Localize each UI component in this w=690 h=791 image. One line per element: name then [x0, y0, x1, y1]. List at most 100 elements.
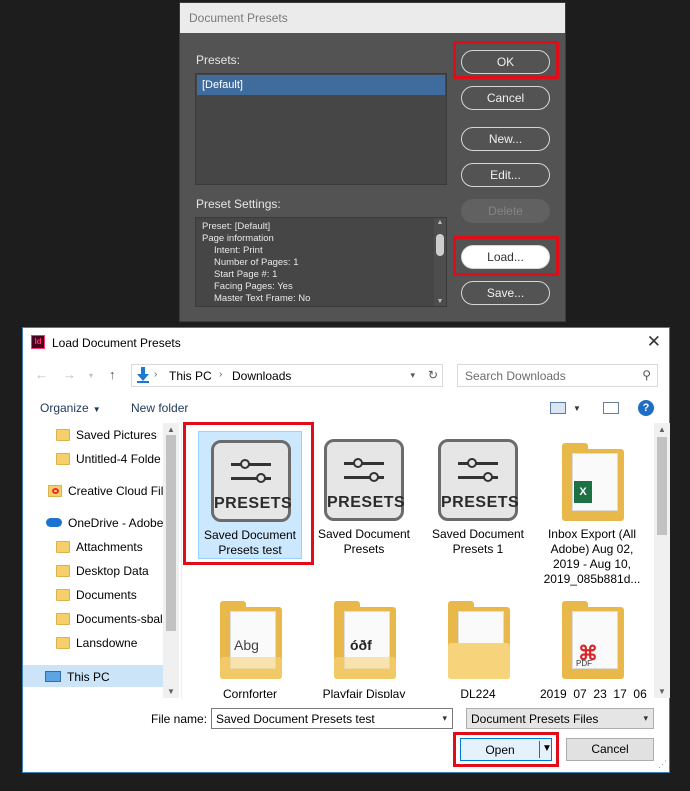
file-label: DL224 — [460, 687, 496, 698]
setting-line: Master Text Frame: No — [214, 293, 311, 304]
file-item-cornforter[interactable]: Abg Cornforter — [198, 593, 302, 698]
view-dropdown-icon[interactable]: ▼ — [573, 404, 581, 413]
cancel-button[interactable]: Cancel — [566, 738, 654, 761]
file-label: Inbox Export (All Adobe) Aug 02, 2019 - … — [543, 527, 641, 586]
folder-pdf-icon: ⌘ PDF — [562, 601, 624, 679]
folder-icon — [448, 601, 510, 679]
new-folder-button[interactable]: New folder — [131, 401, 188, 415]
scroll-down-icon[interactable]: ▼ — [163, 687, 179, 696]
presets-icon: PRESETS — [438, 439, 519, 521]
edit-button[interactable]: Edit... — [461, 163, 550, 187]
folder-icon — [56, 612, 70, 625]
command-bar: Organize ▼ New folder ▼ ? — [23, 398, 669, 420]
nav-item-documents[interactable]: Documents — [56, 587, 137, 609]
scroll-thumb[interactable] — [436, 234, 444, 256]
nav-item-creative-cloud[interactable]: Creative Cloud Fil — [48, 483, 163, 505]
file-label: Playfair Display — [322, 687, 406, 698]
load-highlight — [453, 236, 559, 276]
scroll-down-icon[interactable]: ▼ — [654, 687, 670, 696]
close-icon[interactable]: ✕ — [647, 332, 661, 352]
chevron-down-icon: ▼ — [92, 405, 101, 414]
setting-line: Preset: [Default] — [202, 221, 271, 232]
file-type-select[interactable]: Document Presets Files ▾ — [466, 708, 654, 729]
file-item-dl224[interactable]: DL224 — [426, 593, 530, 698]
presets-list[interactable]: [Default] — [195, 73, 447, 185]
chevron-down-icon[interactable]: ▾ — [643, 713, 648, 724]
scroll-up-icon[interactable]: ▲ — [435, 219, 445, 226]
search-icon[interactable]: ⚲ — [642, 368, 651, 382]
delete-button[interactable]: Delete — [461, 199, 550, 223]
setting-line: Facing Pages: Yes — [214, 281, 293, 292]
file-name-value[interactable]: Saved Document Presets test — [216, 712, 375, 726]
load-presets-dialog: Id Load Document Presets ✕ ← → ▾ ↑ › Thi… — [22, 327, 670, 773]
selected-file-highlight — [183, 422, 314, 565]
file-item-presets[interactable]: PRESETS Saved Document Presets — [312, 431, 416, 559]
title-bar: Id Load Document Presets ✕ — [23, 328, 669, 358]
address-bar[interactable]: › This PC › Downloads ▾ ↻ — [131, 364, 443, 387]
address-dropdown-icon[interactable]: ▾ — [410, 370, 415, 381]
preview-pane-icon[interactable] — [603, 402, 619, 414]
creative-cloud-icon — [48, 484, 62, 497]
scroll-up-icon[interactable]: ▲ — [654, 425, 670, 434]
nav-item-untitled-4[interactable]: Untitled-4 Folde — [56, 451, 161, 473]
file-list-scrollbar[interactable]: ▲ ▼ — [654, 423, 670, 698]
file-item-presets-1[interactable]: PRESETS Saved Document Presets 1 — [426, 431, 530, 559]
file-item-inbox-export[interactable]: X Inbox Export (All Adobe) Aug 02, 2019 … — [540, 431, 644, 591]
file-item-playfair[interactable]: óðf Playfair Display — [312, 593, 416, 698]
nav-item-attachments[interactable]: Attachments — [56, 539, 143, 561]
setting-line: Page information — [202, 233, 274, 244]
open-highlight — [453, 732, 559, 767]
search-input[interactable]: Search Downloads — [465, 369, 566, 383]
save-button[interactable]: Save... — [461, 281, 550, 305]
file-label: Cornforter — [222, 687, 278, 698]
setting-line: Intent: Print — [214, 245, 263, 256]
view-options-icon[interactable] — [550, 402, 566, 414]
file-name-field[interactable]: Saved Document Presets test ▾ — [211, 708, 453, 729]
document-presets-dialog: Document Presets Presets: [Default] Pres… — [179, 2, 566, 322]
scroll-thumb[interactable] — [166, 435, 176, 631]
downloads-icon — [137, 367, 149, 383]
nav-item-saved-pictures[interactable]: Saved Pictures — [56, 427, 157, 449]
nav-item-lansdowne[interactable]: Lansdowne — [56, 635, 137, 657]
nav-item-desktop-data[interactable]: Desktop Data — [56, 563, 149, 585]
breadcrumb-downloads[interactable]: Downloads — [232, 369, 291, 383]
file-label: Saved Document Presets 1 — [431, 527, 525, 556]
file-item-2019-07-23[interactable]: ⌘ PDF 2019_07_23_17_06 — [540, 593, 647, 698]
scroll-thumb[interactable] — [657, 437, 667, 535]
cancel-button[interactable]: Cancel — [461, 86, 550, 110]
chevron-down-icon[interactable]: ▾ — [442, 713, 447, 724]
folder-font-icon: Abg — [220, 601, 282, 679]
breadcrumb-this-pc[interactable]: This PC — [169, 369, 212, 383]
nav-item-onedrive[interactable]: OneDrive - Adobe — [46, 515, 163, 537]
nav-scrollbar[interactable]: ▲ ▼ — [163, 423, 179, 698]
refresh-icon[interactable]: ↻ — [428, 368, 438, 382]
organize-button[interactable]: Organize ▼ — [40, 401, 101, 415]
scroll-up-icon[interactable]: ▲ — [163, 425, 179, 434]
scroll-down-icon[interactable]: ▼ — [435, 298, 445, 305]
settings-scrollbar[interactable]: ▲ ▼ — [434, 218, 446, 306]
new-button[interactable]: New... — [461, 127, 550, 151]
setting-line: Number of Pages: 1 — [214, 257, 299, 268]
ok-highlight — [453, 41, 559, 79]
nav-item-documents-sbal[interactable]: Documents-sbal — [56, 611, 163, 633]
folder-excel-icon: X — [562, 443, 624, 521]
folder-icon — [56, 588, 70, 601]
presets-dialog-title: Document Presets — [180, 3, 565, 33]
forward-arrow-icon[interactable]: → — [63, 367, 76, 382]
folder-icon — [56, 452, 70, 465]
back-arrow-icon[interactable]: ← — [35, 367, 48, 382]
recent-chevron-icon[interactable]: ▾ — [89, 371, 93, 380]
folder-icon — [56, 636, 70, 649]
up-arrow-icon[interactable]: ↑ — [109, 367, 116, 382]
resize-grip-icon[interactable]: ⋰ — [658, 759, 667, 770]
navigation-pane[interactable]: Saved Pictures Untitled-4 Folde Creative… — [23, 423, 179, 698]
breadcrumb-chevron-icon: › — [154, 369, 158, 380]
preset-item-default[interactable]: [Default] — [197, 75, 445, 95]
search-box[interactable]: Search Downloads ⚲ — [457, 364, 658, 387]
setting-line: Start Page #: 1 — [214, 269, 278, 280]
indesign-app-icon: Id — [31, 335, 45, 349]
help-icon[interactable]: ? — [638, 400, 654, 416]
folder-icon — [56, 564, 70, 577]
nav-item-this-pc[interactable]: This PC — [23, 665, 163, 687]
presets-label: Presets: — [196, 53, 241, 67]
